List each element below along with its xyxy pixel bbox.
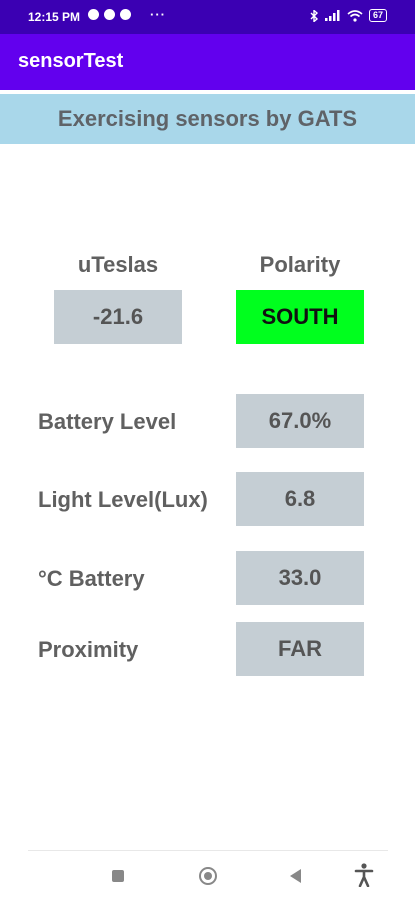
battery-temperature-value: 33.0 [236,551,364,605]
banner: Exercising sensors by GATS [0,94,415,144]
light-level-value: 6.8 [236,472,364,526]
wifi-icon [347,9,363,22]
more-notifications-icon: ··· [150,7,166,22]
notification-icon [120,9,131,20]
bluetooth-icon [310,9,319,22]
notification-icons: ··· [88,7,166,22]
app-bar: sensorTest [0,34,415,90]
battery-icon: 67 [368,9,387,22]
navigation-bar [28,850,388,901]
polarity-label: Polarity [259,252,341,277]
signal-icon [324,10,340,21]
status-time: 12:15 PM [28,10,81,24]
status-bar: 12:15 PM ··· 67 [0,0,415,34]
battery-temperature-label: °C Battery [38,566,145,591]
app-title: sensorTest [18,50,124,72]
battery-level-value: 67.0% [236,394,364,448]
home-icon[interactable] [199,867,217,885]
notification-icon [88,9,99,20]
light-level-label: Light Level(Lux) [38,487,208,512]
utesla-value: -21.6 [54,290,182,344]
system-icons: 67 [310,9,387,22]
utesla-label: uTeslas [77,252,159,277]
recent-apps-icon[interactable] [112,870,124,882]
battery-level-label: Battery Level [38,409,177,434]
notification-icon [104,9,115,20]
back-icon[interactable] [290,869,301,883]
polarity-value: SOUTH [236,290,364,344]
proximity-label: Proximity [38,637,139,662]
proximity-value: FAR [236,622,364,676]
banner-text: Exercising sensors by GATS [57,106,358,131]
accessibility-icon[interactable] [354,863,374,887]
